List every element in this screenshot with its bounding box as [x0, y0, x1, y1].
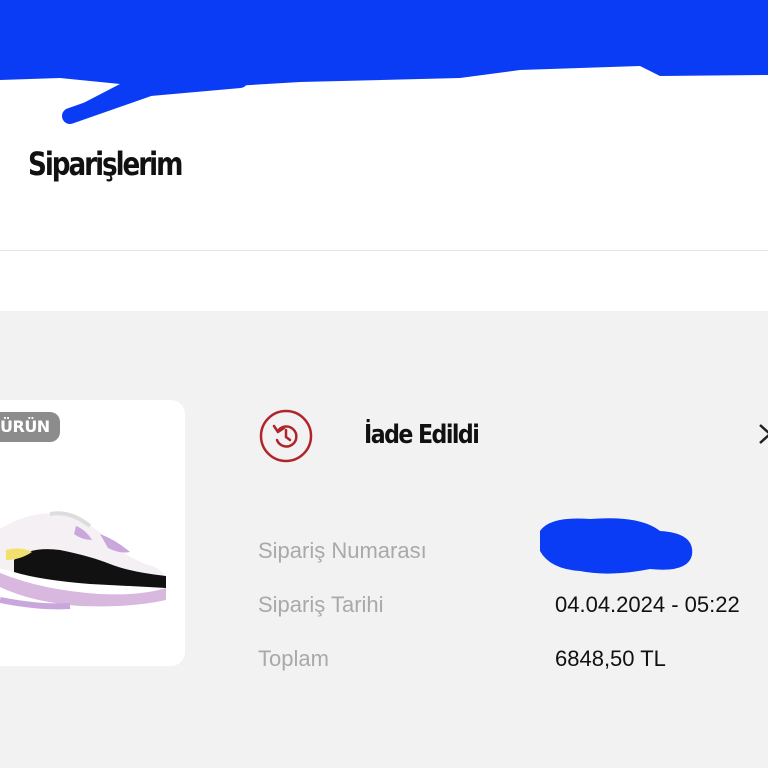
order-date-value: 04.04.2024 - 05:22	[555, 592, 740, 617]
order-status: İade Edildi	[364, 420, 480, 450]
page-title: Siparişlerim	[28, 145, 183, 183]
redaction-blob	[540, 518, 693, 574]
order-card[interactable]: ÜRÜN İade Edildi Sipariş Numarası Sipari…	[0, 311, 768, 768]
return-icon	[259, 409, 313, 463]
sneaker-image	[0, 511, 166, 610]
order-total-value: 6848,50 TL	[555, 646, 666, 671]
spacer	[0, 251, 768, 311]
order-number-label: Sipariş Numarası	[258, 538, 427, 563]
page-header: Siparişlerim	[0, 0, 768, 251]
product-badge: ÜRÜN	[0, 412, 60, 442]
order-date-label: Sipariş Tarihi	[258, 592, 384, 617]
redaction-scribble	[0, 0, 768, 124]
order-total-label: Toplam	[258, 646, 329, 671]
product-image-tile[interactable]: ÜRÜN	[0, 400, 185, 666]
chevron-right-icon[interactable]	[758, 419, 768, 449]
